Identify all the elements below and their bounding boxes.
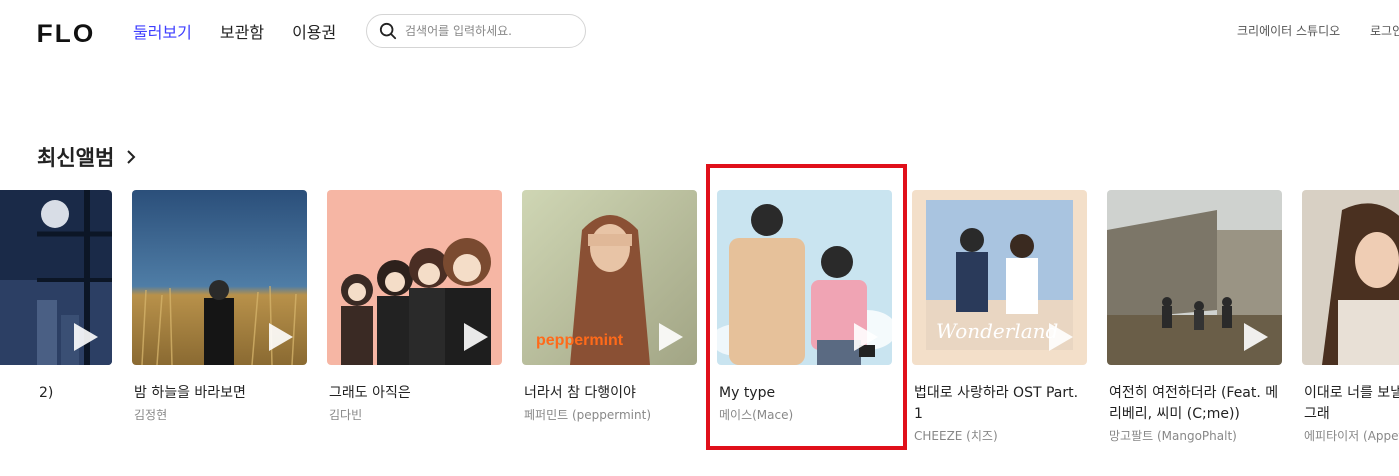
album-cover[interactable]	[0, 190, 112, 365]
album-cover[interactable]	[327, 190, 502, 365]
play-icon[interactable]	[1244, 323, 1268, 351]
album-card[interactable]: 밤 하늘을 바라보면 김정현	[132, 190, 307, 423]
play-icon[interactable]	[464, 323, 488, 351]
top-header: FLO 둘러보기 보관함 이용권 크리에이터 스튜디오 로그인	[0, 0, 1399, 64]
album-title[interactable]: 그래도 아직은	[327, 383, 502, 404]
album-artist[interactable]: 망고팔트 (MangoPhalt)	[1107, 427, 1282, 444]
album-cover[interactable]: Wonderland	[912, 190, 1087, 365]
album-artist[interactable]: 김정현	[132, 406, 307, 423]
album-title[interactable]: My type	[717, 383, 892, 404]
search-input[interactable]	[405, 24, 575, 38]
album-artist[interactable]: CHEEZE (치즈)	[912, 427, 1087, 444]
album-card[interactable]: peppermint 너라서 참 다행이야 페퍼민트 (peppermint)	[522, 190, 697, 423]
creator-studio-link[interactable]: 크리에이터 스튜디오	[1237, 22, 1340, 39]
album-carousel: 2) 밤 하늘을 바라보면 김정현 그래도 아직은 김다빈 peppermint…	[0, 190, 1399, 450]
play-icon[interactable]	[854, 323, 878, 351]
main-nav: 둘러보기 보관함 이용권	[133, 19, 364, 43]
album-card[interactable]: 2)	[0, 190, 112, 406]
play-icon[interactable]	[269, 323, 293, 351]
chevron-right-icon	[127, 150, 136, 164]
album-artist[interactable]: 메이스(Mace)	[717, 406, 892, 423]
album-title[interactable]: 이대로 너를 보낼 수 없어서 그래	[1302, 383, 1399, 425]
album-cover[interactable]	[1107, 190, 1282, 365]
album-title[interactable]: 밤 하늘을 바라보면	[132, 383, 307, 404]
album-card[interactable]: 그래도 아직은 김다빈	[327, 190, 502, 423]
album-cover[interactable]	[1302, 190, 1399, 365]
album-cover[interactable]	[132, 190, 307, 365]
play-icon[interactable]	[659, 323, 683, 351]
album-title[interactable]: 너라서 참 다행이야	[522, 383, 697, 404]
play-icon[interactable]	[74, 323, 98, 351]
album-cover[interactable]: peppermint	[522, 190, 697, 365]
nav-subscription[interactable]: 이용권	[292, 19, 336, 43]
album-artist[interactable]: 김다빈	[327, 406, 502, 423]
cover-text: peppermint	[536, 332, 624, 349]
search-icon	[379, 22, 397, 40]
login-link[interactable]: 로그인	[1370, 22, 1399, 39]
nav-library[interactable]: 보관함	[220, 19, 264, 43]
cover-text: Wonderland	[936, 319, 1058, 343]
album-card[interactable]: 여전히 여전하더라 (Feat. 메리베리, 씨미 (C;me)) 망고팔트 (…	[1107, 190, 1282, 444]
album-title[interactable]: 법대로 사랑하라 OST Part. 1	[912, 383, 1087, 425]
album-artist[interactable]: 에피타이저 (Appetizer)	[1302, 427, 1399, 444]
latest-albums-heading[interactable]: 최신앨범	[37, 142, 138, 172]
album-artist[interactable]: 페퍼민트 (peppermint)	[522, 406, 697, 423]
nav-browse[interactable]: 둘러보기	[133, 19, 192, 43]
album-card[interactable]: Wonderland 법대로 사랑하라 OST Part. 1 CHEEZE (…	[912, 190, 1087, 444]
album-cover[interactable]	[717, 190, 892, 365]
play-icon[interactable]	[1049, 323, 1073, 351]
section-title: 최신앨범	[37, 146, 115, 170]
search-box[interactable]	[366, 14, 586, 48]
album-card-highlighted[interactable]: My type 메이스(Mace)	[717, 190, 892, 423]
album-card[interactable]: 이대로 너를 보낼 수 없어서 그래 에피타이저 (Appetizer)	[1302, 190, 1399, 444]
album-title[interactable]: 2)	[0, 383, 112, 404]
album-title[interactable]: 여전히 여전하더라 (Feat. 메리베리, 씨미 (C;me))	[1107, 383, 1282, 425]
flo-logo[interactable]: FLO	[37, 20, 94, 49]
